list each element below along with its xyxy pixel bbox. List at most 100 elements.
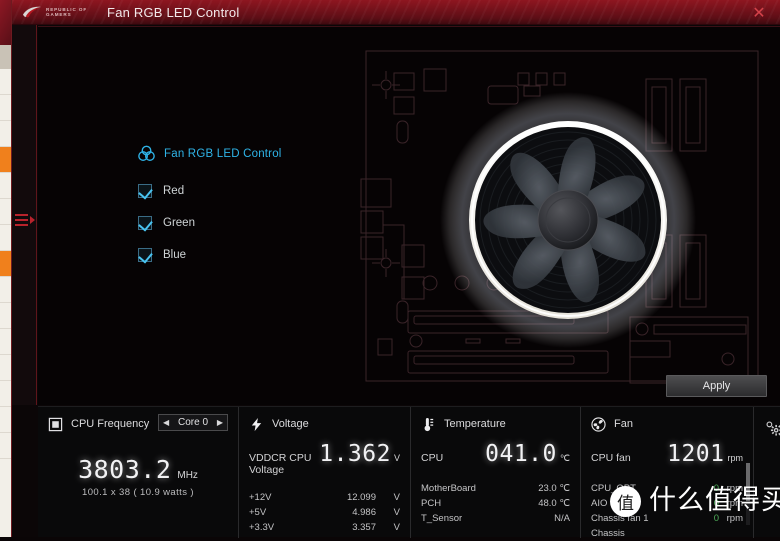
cpu-frequency-value: 3803.2 — [78, 455, 172, 484]
rog-logo: REPUBLIC OF GAMERS — [22, 6, 87, 19]
temperature-row-label: T_Sensor — [421, 513, 463, 524]
fan-row-unit: rpm — [726, 513, 743, 524]
core-prev-icon[interactable]: ◀ — [163, 418, 169, 427]
fan-row-label: AIO Pump — [591, 498, 635, 509]
temperature-primary-unit: ℃ — [559, 453, 570, 463]
checkbox-green[interactable] — [138, 216, 152, 230]
voltage-rows: +12V 12.099 V +5V 4.986 V +3.3V 3.357 V — [249, 490, 400, 535]
temperature-row: MotherBoard 23.0 ℃ — [421, 481, 570, 496]
voltage-title: Voltage — [272, 418, 309, 430]
fan-panel: Fan CPU fan 1201 rpm CPU_OPT 0 rpm AIO Pu… — [580, 407, 753, 541]
voltage-row-unit: V — [393, 507, 400, 518]
fan-row-unit — [719, 526, 743, 541]
fan-list-scrollbar[interactable] — [746, 463, 750, 525]
fan-primary: CPU fan 1201 rpm — [591, 441, 743, 467]
left-rail — [12, 25, 37, 405]
core-selector-value: Core 0 — [177, 417, 208, 428]
voltage-panel: Voltage VDDCR CPU Voltage 1.362 V +12V 12… — [238, 407, 410, 538]
rgb-control-header: Fan RGB LED Control — [138, 145, 282, 162]
cpu-frequency-panel: CPU Frequency ◀ Core 0 ▶ 3803.2 MHz 100.1… — [38, 407, 238, 538]
fan-rgb-led-control-window: REPUBLIC OF GAMERS Fan RGB LED Control ✕ — [11, 0, 780, 541]
cpu-frequency-unit: MHz — [177, 470, 198, 481]
rgb-control-header-label: Fan RGB LED Control — [164, 147, 282, 160]
voltage-primary: VDDCR CPU Voltage 1.362 V — [249, 441, 400, 476]
core-next-icon[interactable]: ▶ — [217, 418, 223, 427]
checkbox-red[interactable] — [138, 184, 152, 198]
rgb-color-wheel-icon — [138, 145, 155, 161]
voltage-primary-value: 1.362 — [319, 441, 391, 467]
thermometer-icon — [424, 417, 434, 431]
fan-rows: CPU_OPT 0 rpm AIO Pump 0 rpm Chassis fan… — [591, 481, 743, 541]
temperature-row-value: 23.0 ℃ — [538, 483, 570, 494]
fan-row-unit: rpm — [726, 483, 743, 494]
voltage-row-value: 4.986 — [352, 507, 376, 518]
checkbox-label-blue: Blue — [163, 249, 187, 261]
monitor-settings-panel — [753, 407, 780, 538]
fan-row-unit: rpm — [726, 498, 743, 509]
voltage-primary-label: VDDCR CPU Voltage — [249, 452, 312, 476]
fan-primary-unit: rpm — [727, 453, 744, 463]
voltage-row-value: 12.099 — [346, 492, 376, 503]
rgb-control-list: Fan RGB LED Control Red Green Blue — [138, 145, 282, 280]
close-icon[interactable]: ✕ — [745, 0, 773, 24]
voltage-row-label: +3.3V — [249, 522, 275, 533]
fan-icon — [591, 416, 606, 432]
temperature-primary-value: 041.0 — [485, 441, 557, 467]
temperature-row-value: N/A — [554, 513, 570, 524]
hardware-monitor-bar: CPU Frequency ◀ Core 0 ▶ 3803.2 MHz 100.1… — [38, 406, 780, 541]
voltage-primary-unit: V — [393, 453, 400, 463]
core-selector[interactable]: ◀ Core 0 ▶ — [158, 414, 228, 431]
hamburger-menu-icon[interactable] — [12, 205, 37, 235]
fan-row: Chassis fan 1 0 rpm — [591, 511, 743, 526]
fan-primary-label: CPU fan — [591, 452, 631, 464]
temperature-primary: CPU 041.0 ℃ — [421, 441, 570, 467]
cpu-chip-icon — [48, 417, 63, 431]
fan-title: Fan — [614, 418, 633, 430]
checkbox-row-red[interactable]: Red — [138, 184, 282, 198]
checkbox-row-green[interactable]: Green — [138, 216, 282, 230]
fan-row-label: Chassis fan 1 — [591, 513, 649, 524]
fan-row: AIO Pump 0 rpm — [591, 496, 743, 511]
fan-row-label: CPU_OPT — [591, 483, 636, 494]
voltage-row-unit: V — [393, 492, 400, 503]
voltage-row-label: +5V — [249, 507, 267, 518]
fan-primary-value: 1201 — [667, 441, 725, 467]
voltage-row-label: +12V — [249, 492, 272, 503]
fan-row-label: Chassis — [591, 528, 625, 539]
temperature-row-label: PCH — [421, 498, 442, 509]
fan-row: CPU_OPT 0 rpm — [591, 481, 743, 496]
fan-header: Fan — [591, 415, 743, 433]
temperature-title: Temperature — [444, 418, 506, 430]
checkbox-label-green: Green — [163, 217, 195, 229]
temperature-rows: MotherBoard 23.0 ℃ PCH 48.0 ℃ T_Sensor N… — [421, 481, 570, 526]
temperature-row: T_Sensor N/A — [421, 511, 570, 526]
voltage-row: +3.3V 3.357 V — [249, 520, 400, 535]
motherboard-rgb-fan-illustration — [358, 39, 778, 389]
page-title: Fan RGB LED Control — [107, 4, 240, 20]
rog-eye-icon — [23, 6, 41, 17]
temperature-row-label: MotherBoard — [421, 483, 476, 494]
fan-row: Chassis — [591, 526, 743, 541]
checkbox-row-blue[interactable]: Blue — [138, 248, 282, 262]
temperature-header: Temperature — [421, 415, 570, 433]
cpu-frequency-value-group: 3803.2 MHz — [48, 455, 228, 484]
temperature-row-value: 48.0 ℃ — [538, 498, 570, 509]
gear-settings-icon[interactable] — [764, 419, 780, 437]
voltage-row-unit: V — [393, 522, 400, 533]
apply-button[interactable]: Apply — [666, 375, 767, 397]
checkbox-blue[interactable] — [138, 248, 152, 262]
main-stage: Fan RGB LED Control Red Green Blue Apply — [38, 26, 780, 405]
rog-brand-line2: GAMERS — [46, 12, 72, 17]
window-title-bar: REPUBLIC OF GAMERS Fan RGB LED Control ✕ — [12, 0, 780, 25]
temperature-primary-label: CPU — [421, 452, 444, 464]
temperature-panel: Temperature CPU 041.0 ℃ MotherBoard 23.0 … — [410, 407, 580, 538]
voltage-header: Voltage — [249, 415, 400, 433]
voltage-row: +5V 4.986 V — [249, 505, 400, 520]
lightning-bolt-icon — [251, 417, 262, 431]
cpu-frequency-detail: 100.1 x 38 ( 10.9 watts ) — [82, 487, 194, 498]
voltage-row: +12V 12.099 V — [249, 490, 400, 505]
cpu-frequency-title: CPU Frequency — [71, 418, 150, 430]
rog-wordmark: REPUBLIC OF GAMERS — [46, 7, 87, 17]
checkbox-label-red: Red — [163, 185, 185, 197]
voltage-row-value: 3.357 — [352, 522, 376, 533]
